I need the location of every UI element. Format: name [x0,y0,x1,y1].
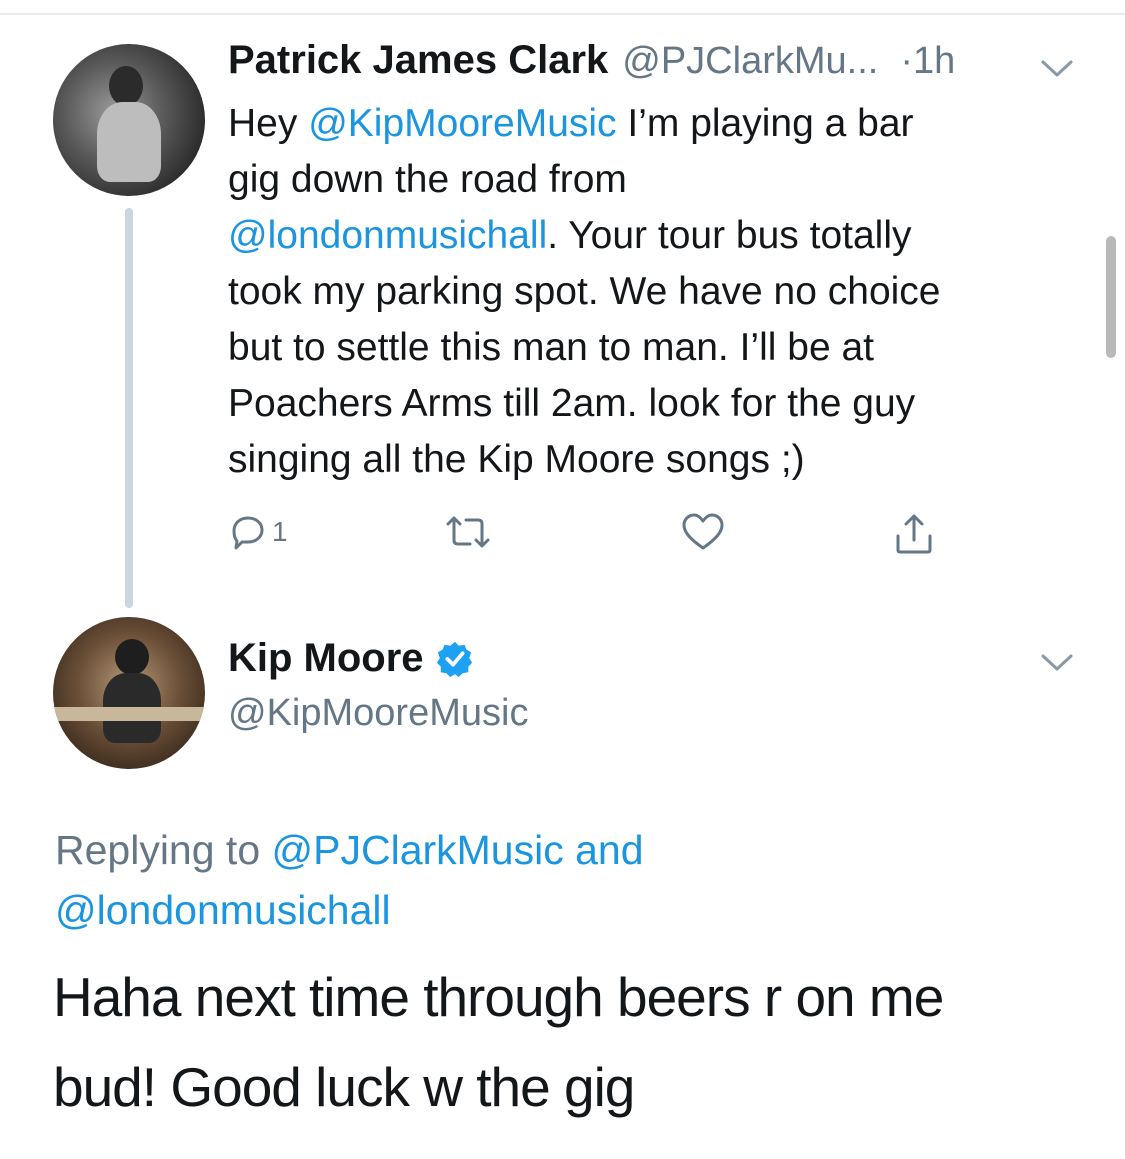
verified-badge-icon [436,641,472,677]
top-divider [0,13,1125,15]
replying-and: and [563,827,644,873]
tweet2-text: Haha next time through beers r on me bud… [53,952,944,1132]
chevron-down-icon[interactable] [1040,652,1074,674]
retweet-button[interactable] [444,512,492,552]
replying-line: @londonmusichall [55,880,1055,940]
reply-button[interactable]: 1 [228,512,288,552]
like-icon [682,513,724,550]
share-button[interactable] [892,512,936,556]
tweet1-line: @londonmusichall. Your tour bus totally [228,208,1088,264]
tweet2-display-name[interactable]: Kip Moore [228,636,424,681]
tweet1-header: Patrick James Clark @PJClarkMu... · 1h [228,38,955,90]
reply-count: 1 [272,516,288,547]
tweet1-line: took my parking spot. We have no choice [228,270,941,313]
tweet1-text: Hey @KipMooreMusic I’m playing a bar gig… [228,96,1088,488]
tweet1-action-bar: 1 [228,512,948,562]
thread-connector-line [125,208,133,608]
tweet1-text-segment: . Your tour bus totally [547,214,912,257]
share-icon [896,514,932,554]
reply-icon [232,516,264,550]
tweet2-line: Haha next time through beers r on me [53,966,944,1028]
like-button[interactable] [680,512,726,552]
tweet1-text-segment: Hey [228,102,309,145]
tweet2-line: bud! Good luck w the gig [53,1056,635,1118]
scrollbar-thumb[interactable] [1106,236,1116,358]
tweet2-handle[interactable]: @KipMooreMusic [228,692,528,735]
replying-prefix: Replying to [55,827,272,873]
avatar-kip-moore[interactable] [53,617,205,769]
avatar-body [97,102,161,182]
avatar-background-sign [53,707,205,721]
avatar-patrick-james-clark[interactable] [53,44,205,196]
tweet1-timestamp[interactable]: 1h [913,40,955,83]
tweet2-name-row: Kip Moore [228,636,474,681]
tweet1-display-name[interactable]: Patrick James Clark [228,38,608,83]
mention-link[interactable]: @KipMooreMusic [308,102,616,145]
tweet1-line: gig down the road from [228,158,627,201]
tweet1-line: Hey @KipMooreMusic I’m playing a bar [228,96,1088,152]
tweet1-handle[interactable]: @PJClarkMu... [622,40,878,83]
tweet1-line: singing all the Kip Moore songs ;) [228,438,805,481]
tweet1-text-segment: I’m playing a bar [616,102,914,145]
retweet-icon [446,516,490,548]
mention-link[interactable]: @londonmusichall [55,887,391,933]
mention-link[interactable]: @londonmusichall [228,214,547,257]
tweet1-line: but to settle this man to man. I’ll be a… [228,326,874,369]
chevron-down-icon[interactable] [1040,58,1074,80]
avatar-head [115,639,149,675]
replying-line: Replying to @PJClarkMusic and [55,820,1055,880]
tweet1-line: Poachers Arms till 2am. look for the guy [228,382,916,425]
avatar-head [109,66,143,106]
mention-link[interactable]: @PJClarkMusic [272,827,564,873]
replying-to: Replying to @PJClarkMusic and @londonmus… [55,820,1055,940]
tweet1-separator: · [900,40,913,82]
